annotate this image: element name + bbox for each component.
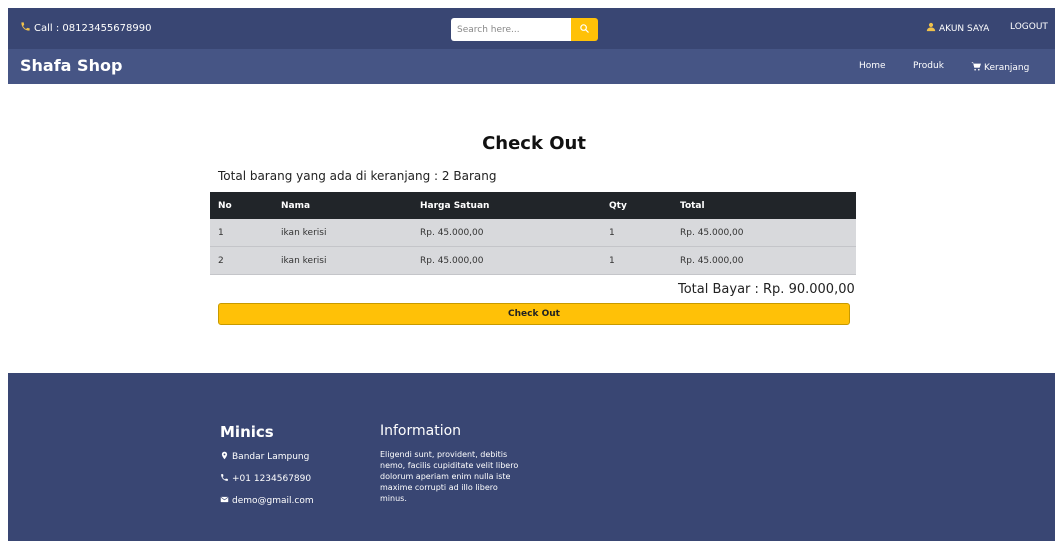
total-bayar: Total Bayar : Rp. 90.000,00 bbox=[678, 282, 855, 297]
footer-info-title: Information bbox=[380, 423, 462, 439]
cart-count-text: Total barang yang ada di keranjang : 2 B… bbox=[218, 169, 497, 183]
footer-email[interactable]: demo@gmail.com bbox=[220, 495, 314, 507]
cell-nama: ikan kerisi bbox=[273, 246, 412, 275]
cart-icon bbox=[971, 61, 982, 75]
search-form bbox=[451, 18, 598, 41]
column-header-nama: Nama bbox=[273, 192, 412, 219]
map-marker-icon bbox=[220, 451, 229, 463]
main-nav: Shafa Shop Home Produk Keranjang bbox=[8, 49, 1055, 84]
cell-harga: Rp. 45.000,00 bbox=[412, 219, 601, 247]
account-link[interactable]: AKUN SAYA bbox=[926, 22, 989, 35]
cell-total: Rp. 45.000,00 bbox=[672, 246, 856, 275]
column-header-total: Total bbox=[672, 192, 856, 219]
call-text: Call : 08123455678990 bbox=[34, 22, 152, 34]
footer-brand: Minics bbox=[220, 423, 274, 441]
cell-qty: 1 bbox=[601, 219, 672, 247]
table-header-row: No Nama Harga Satuan Qty Total bbox=[210, 192, 856, 219]
call-info: Call : 08123455678990 bbox=[20, 21, 151, 35]
cell-harga: Rp. 45.000,00 bbox=[412, 246, 601, 275]
cell-nama: ikan kerisi bbox=[273, 219, 412, 247]
nav-cart[interactable]: Keranjang bbox=[971, 61, 1029, 75]
nav-cart-label: Keranjang bbox=[984, 63, 1030, 73]
phone-icon bbox=[20, 21, 31, 35]
logout-link[interactable]: LOGOUT bbox=[1010, 22, 1048, 32]
footer: Minics Bandar Lampung +01 1234567890 dem… bbox=[8, 373, 1055, 541]
brand-logo[interactable]: Shafa Shop bbox=[20, 56, 122, 75]
cell-no: 2 bbox=[210, 246, 273, 275]
column-header-no: No bbox=[210, 192, 273, 219]
cart-table: No Nama Harga Satuan Qty Total 1 ikan ke… bbox=[210, 192, 856, 275]
top-bar: Call : 08123455678990 AKUN SAYA LOGOUT bbox=[8, 8, 1055, 49]
table-row: 1 ikan kerisi Rp. 45.000,00 1 Rp. 45.000… bbox=[210, 219, 856, 247]
footer-phone: +01 1234567890 bbox=[220, 473, 311, 485]
cell-total: Rp. 45.000,00 bbox=[672, 219, 856, 247]
column-header-qty: Qty bbox=[601, 192, 672, 219]
footer-phone-text: +01 1234567890 bbox=[232, 474, 312, 484]
user-icon bbox=[926, 22, 936, 35]
cell-no: 1 bbox=[210, 219, 273, 247]
checkout-button[interactable]: Check Out bbox=[218, 303, 850, 325]
footer-email-text: demo@gmail.com bbox=[232, 496, 314, 506]
footer-info-text: Eligendi sunt, provident, debitis nemo, … bbox=[380, 450, 519, 503]
nav-produk[interactable]: Produk bbox=[913, 61, 944, 71]
footer-address-text: Bandar Lampung bbox=[232, 452, 310, 462]
envelope-icon bbox=[220, 495, 229, 507]
phone-icon bbox=[220, 473, 229, 485]
cell-qty: 1 bbox=[601, 246, 672, 275]
table-row: 2 ikan kerisi Rp. 45.000,00 1 Rp. 45.000… bbox=[210, 246, 856, 275]
column-header-harga: Harga Satuan bbox=[412, 192, 601, 219]
search-button[interactable] bbox=[571, 18, 598, 41]
search-input[interactable] bbox=[451, 18, 571, 41]
footer-address: Bandar Lampung bbox=[220, 451, 309, 463]
nav-home[interactable]: Home bbox=[859, 61, 886, 71]
search-icon bbox=[579, 22, 590, 37]
page-title: Check Out bbox=[482, 133, 586, 154]
account-label: AKUN SAYA bbox=[939, 23, 990, 34]
